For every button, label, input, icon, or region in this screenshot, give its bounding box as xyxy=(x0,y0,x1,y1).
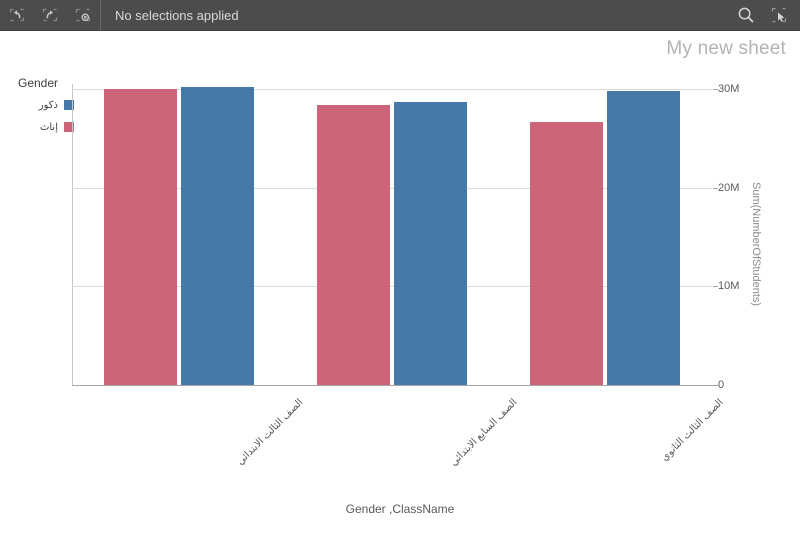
search-icon xyxy=(738,7,753,23)
selection-status-text: No selections applied xyxy=(115,7,239,23)
bar-male[interactable] xyxy=(180,86,254,385)
y-tick-label: 10M xyxy=(718,280,740,293)
legend-item-male[interactable]: ذكور xyxy=(14,97,74,113)
bar-female[interactable] xyxy=(530,121,604,385)
bar-male[interactable] xyxy=(394,101,467,385)
undo-button[interactable] xyxy=(0,0,33,31)
selection-tool-icon xyxy=(771,7,786,23)
bar-male[interactable] xyxy=(607,90,681,385)
x-axis-title: Gender ,ClassName xyxy=(345,502,455,516)
legend-item-label: إناث xyxy=(39,121,58,133)
selections-tool-button[interactable] xyxy=(762,0,795,31)
sheet-title: My new sheet xyxy=(666,38,786,59)
toolbar-divider xyxy=(100,0,101,31)
x-tick-label[interactable]: الصف الثالث الثانوي xyxy=(660,397,726,463)
bar-female[interactable] xyxy=(103,88,177,385)
x-axis-line xyxy=(72,385,713,386)
y-tick-label: 30M xyxy=(718,82,740,95)
x-tick-label[interactable]: الصف السابع الابتدائي xyxy=(448,397,519,468)
bar-series-container xyxy=(72,84,712,385)
search-button[interactable] xyxy=(729,0,762,31)
y-tick-label: 20M xyxy=(718,181,740,194)
bar-female[interactable] xyxy=(317,104,390,385)
plot-area xyxy=(72,84,712,385)
y-axis-title: Sum(NumberOfStudents) xyxy=(750,182,762,307)
legend-title: Gender xyxy=(18,76,59,90)
undo-icon xyxy=(9,8,24,22)
redo-icon xyxy=(42,8,57,22)
x-tick-label[interactable]: الصف الثالث الابتدائي xyxy=(235,397,305,467)
chart-legend: Gender ذكور إناث xyxy=(14,76,74,141)
legend-item-female[interactable]: إناث xyxy=(14,119,74,135)
y-tick-label: 0 xyxy=(718,379,725,391)
legend-item-label: ذكور xyxy=(38,99,58,111)
clear-selections-button[interactable] xyxy=(66,0,99,31)
selection-toolbar: No selections applied xyxy=(0,0,800,31)
bar-chart-object[interactable]: Gender ذكور إناث 0 10M 20M 30M Sum(NumberOf… xyxy=(0,62,800,534)
qlik-app-root: No selections applied My new sheet Gende… xyxy=(0,0,800,534)
selection-history-buttons xyxy=(0,0,99,31)
toolbar-right-buttons xyxy=(729,0,800,31)
redo-button[interactable] xyxy=(33,0,66,31)
clear-selections-icon xyxy=(75,8,90,22)
